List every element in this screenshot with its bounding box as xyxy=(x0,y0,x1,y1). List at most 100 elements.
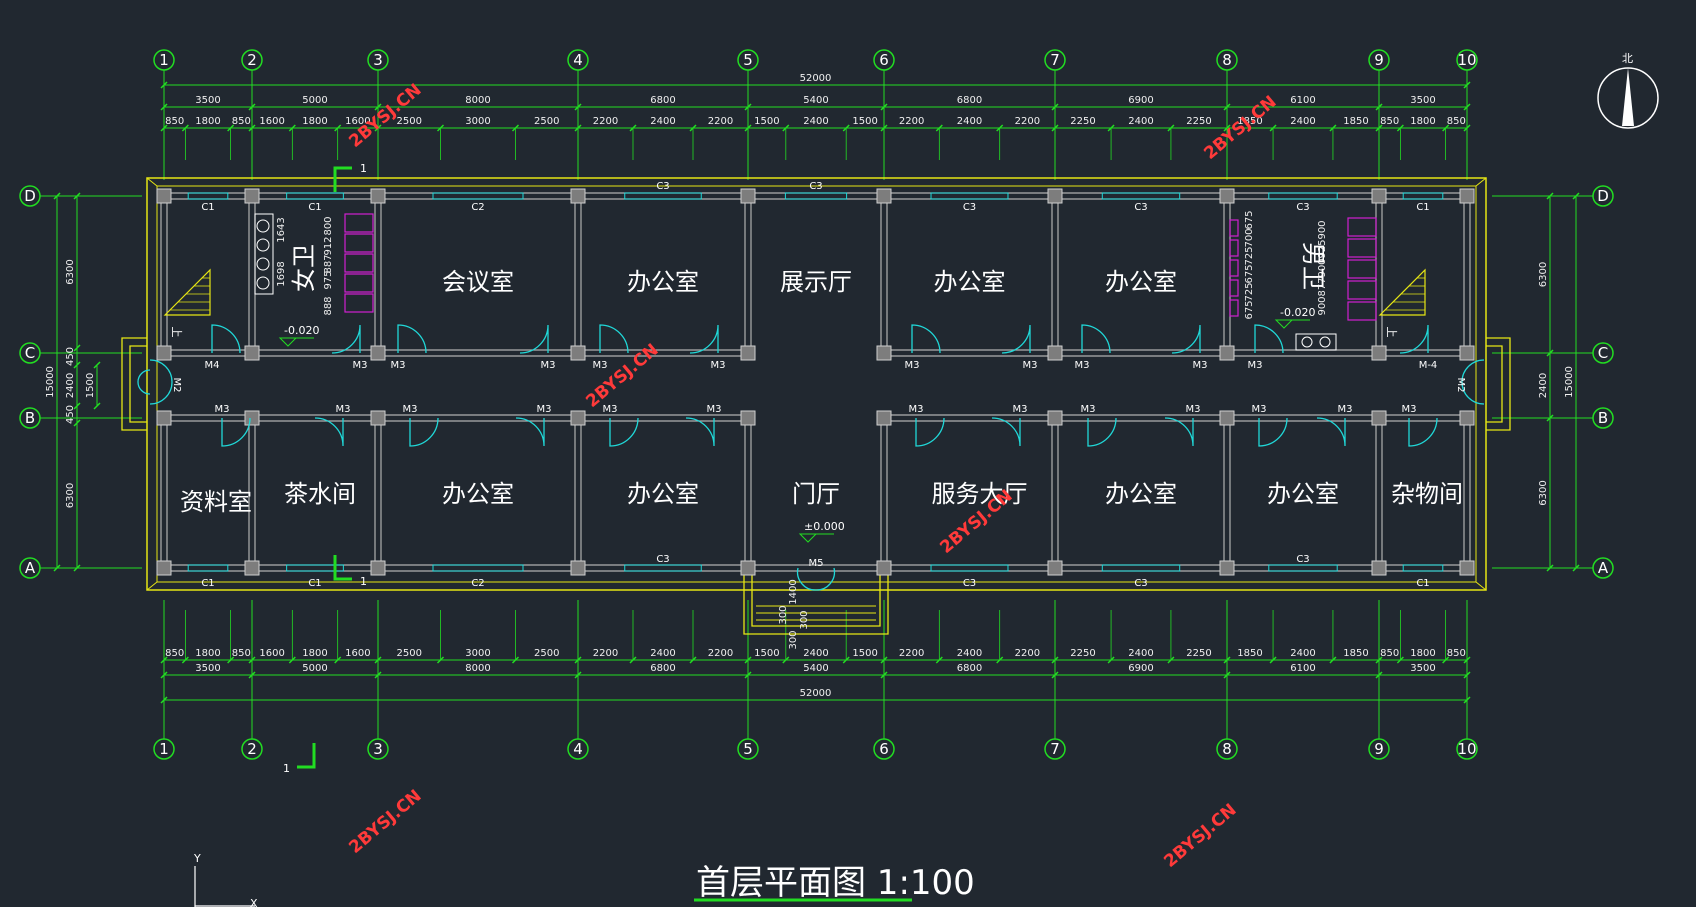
entrance-dim: 300 xyxy=(788,630,799,649)
window-north-label: C1 xyxy=(308,202,321,213)
dim-bottom-windows-value: 2400 xyxy=(650,648,675,659)
column xyxy=(244,188,260,204)
entrance-dim: 1400 xyxy=(788,579,799,604)
dim-top-windows-value: 1500 xyxy=(852,116,877,127)
dim-right-total-value: 15000 xyxy=(1564,366,1575,398)
door-c xyxy=(599,324,629,354)
dim-bottom-windows-value: 850 xyxy=(232,648,251,659)
dim-left-detail-value: 2400 xyxy=(65,373,76,398)
watermark-5: 2BYSJ.CN xyxy=(345,786,425,858)
porch-left xyxy=(121,337,147,431)
dim-top-bays-value: 6800 xyxy=(957,95,982,106)
washbasin-male xyxy=(1319,336,1331,348)
door-c-label: M3 xyxy=(1075,360,1090,371)
column xyxy=(740,560,756,576)
dim-bottom-windows-value: 1600 xyxy=(259,648,284,659)
dim-bottom-windows-value: 1850 xyxy=(1343,648,1368,659)
axis-label-B: B xyxy=(1598,409,1608,427)
dim-top-bays-value: 8000 xyxy=(465,95,490,106)
door-c xyxy=(911,324,941,354)
door-b-label: M3 xyxy=(1186,404,1201,415)
door-end-left xyxy=(137,359,173,405)
washbasin xyxy=(256,219,270,233)
room-south-label: 办公室 xyxy=(1267,480,1339,508)
dim-right-detail-value: 6300 xyxy=(1538,480,1549,505)
dim-top-windows-value: 2200 xyxy=(899,116,924,127)
window-north-label: C1 xyxy=(1416,202,1429,213)
dim-top-windows-value: 1800 xyxy=(302,116,327,127)
window-north xyxy=(187,192,229,200)
dim-bottom-total-value: 52000 xyxy=(800,688,832,699)
dim-top-windows-value: 1600 xyxy=(259,116,284,127)
window-north xyxy=(432,192,524,200)
dim-top-windows-value: 850 xyxy=(1447,116,1466,127)
dim-top-windows-value: 850 xyxy=(232,116,251,127)
column xyxy=(156,560,172,576)
window-north xyxy=(624,192,702,200)
window-south xyxy=(1402,564,1444,572)
window-south xyxy=(1268,564,1338,572)
dim-top-bays-value: 6800 xyxy=(650,95,675,106)
door-c xyxy=(1399,324,1429,354)
axis-label-8: 8 xyxy=(1222,51,1232,69)
door-end-right-label: M2 xyxy=(1455,378,1466,393)
column xyxy=(1371,345,1387,361)
door-end-left-label: M2 xyxy=(171,378,182,393)
door-b-label: M3 xyxy=(1402,404,1417,415)
axis-label-D: D xyxy=(24,187,36,205)
window-north xyxy=(784,192,848,200)
column xyxy=(370,345,386,361)
column xyxy=(1047,188,1063,204)
dim-top-windows-value: 2400 xyxy=(1290,116,1315,127)
axis-label-5: 5 xyxy=(743,51,753,69)
dim-bottom-windows-value: 850 xyxy=(1447,648,1466,659)
axis-label-A: A xyxy=(25,559,36,577)
column xyxy=(876,560,892,576)
dim-left-detail-value: 6300 xyxy=(65,259,76,284)
column xyxy=(1219,188,1235,204)
axis-label-7: 7 xyxy=(1050,51,1060,69)
urinal xyxy=(1229,279,1239,297)
window-north-label: C1 xyxy=(201,202,214,213)
column xyxy=(156,345,172,361)
door-b xyxy=(915,417,945,447)
window-south-label: C3 xyxy=(1296,554,1309,565)
column xyxy=(1371,188,1387,204)
dim-top-bays-value: 6900 xyxy=(1128,95,1153,106)
washbasin-counter xyxy=(254,213,274,295)
dim-left-detail-value: 450 xyxy=(65,347,76,366)
door-b-label: M3 xyxy=(603,404,618,415)
dim-bottom-bays-value: 6800 xyxy=(957,663,982,674)
door-c xyxy=(1254,324,1284,354)
window-north-label: C3 xyxy=(1134,202,1147,213)
axis-label-1: 1 xyxy=(159,740,169,758)
door-b xyxy=(609,417,639,447)
entrance-dim: 300 xyxy=(778,605,789,624)
dim-bottom-windows-value: 1500 xyxy=(852,648,877,659)
window-south xyxy=(432,564,524,572)
wc-dim-right: 700 xyxy=(1244,228,1255,247)
door-c xyxy=(1171,324,1201,354)
urinal xyxy=(1229,239,1239,257)
dim-left-total-value: 15000 xyxy=(45,366,56,398)
dim-top-windows-value: 2200 xyxy=(708,116,733,127)
ucs-y-label: Y xyxy=(193,852,201,865)
dim-top-bays-value: 6100 xyxy=(1290,95,1315,106)
dim-bottom-windows-value: 2400 xyxy=(957,648,982,659)
door-b-label: M3 xyxy=(1081,404,1096,415)
column xyxy=(740,410,756,426)
door-c xyxy=(1001,324,1031,354)
wc-dim-right: 725 xyxy=(1244,246,1255,265)
dim-left-detail-value: 6300 xyxy=(65,483,76,508)
elevation-wc-right-value: -0.020 xyxy=(1280,306,1315,319)
entrance-dim: 300 xyxy=(799,610,810,629)
room-north-label: 办公室 xyxy=(627,268,699,296)
female-stall xyxy=(344,273,374,293)
door-b-label: M3 xyxy=(336,404,351,415)
column xyxy=(876,188,892,204)
dim-top-windows-value: 850 xyxy=(1380,116,1399,127)
dim-bottom-bays-value: 5000 xyxy=(302,663,327,674)
stair-right-up-label: 上 xyxy=(1385,327,1398,338)
male-stall xyxy=(1347,280,1377,300)
section-mark-plan-label: 1 xyxy=(283,762,290,775)
